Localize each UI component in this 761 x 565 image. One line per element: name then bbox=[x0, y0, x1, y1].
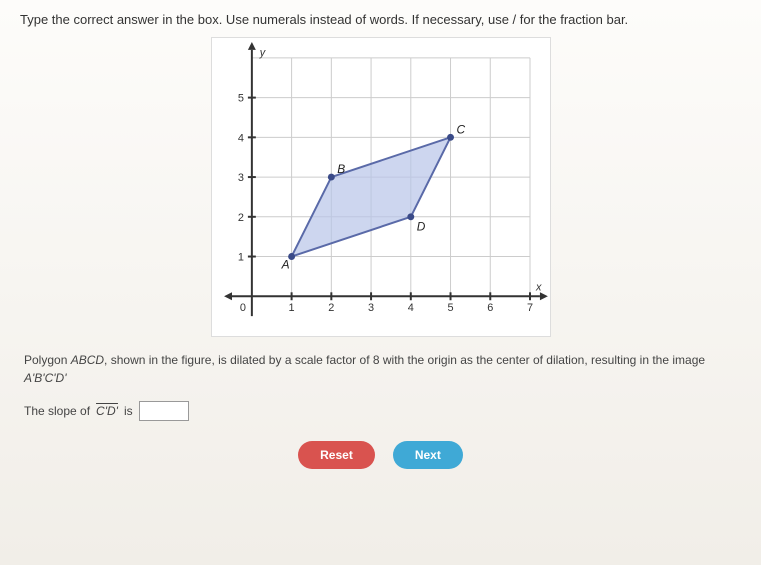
q-poly: ABCD bbox=[71, 353, 104, 367]
ytick-4: 4 bbox=[237, 132, 243, 144]
ytick-1: 1 bbox=[237, 252, 243, 264]
button-row: Reset Next bbox=[20, 441, 741, 469]
answer-input[interactable] bbox=[139, 401, 189, 421]
question-text: Polygon ABCD, shown in the figure, is di… bbox=[24, 351, 737, 387]
answer-line: The slope of C'D' is bbox=[24, 401, 737, 421]
page-container: Type the correct answer in the box. Use … bbox=[0, 0, 761, 565]
a-segment: C'D' bbox=[96, 404, 118, 418]
next-button[interactable]: Next bbox=[393, 441, 463, 469]
ytick-5: 5 bbox=[237, 93, 243, 105]
instruction-text: Type the correct answer in the box. Use … bbox=[20, 12, 741, 27]
label-a: A bbox=[280, 257, 289, 271]
q-mid: , shown in the figure, is dilated by a s… bbox=[104, 353, 705, 367]
a-prefix: The slope of bbox=[24, 404, 90, 418]
ytick-2: 2 bbox=[237, 212, 243, 224]
reset-button[interactable]: Reset bbox=[298, 441, 375, 469]
y-axis-label: y bbox=[258, 47, 265, 59]
xtick-7: 7 bbox=[526, 302, 532, 314]
xtick-2: 2 bbox=[328, 302, 334, 314]
coordinate-graph: 0 1 2 3 4 5 6 7 1 2 3 4 5 y x bbox=[211, 37, 551, 337]
q-prefix: Polygon bbox=[24, 353, 71, 367]
q-image: A'B'C'D' bbox=[24, 371, 67, 385]
xtick-3: 3 bbox=[368, 302, 374, 314]
origin-label: 0 bbox=[239, 302, 245, 314]
xtick-4: 4 bbox=[407, 302, 413, 314]
xtick-5: 5 bbox=[447, 302, 453, 314]
label-d: D bbox=[416, 220, 425, 234]
x-axis-label: x bbox=[534, 281, 541, 293]
ytick-3: 3 bbox=[237, 172, 243, 184]
graph-container: 0 1 2 3 4 5 6 7 1 2 3 4 5 y x bbox=[20, 37, 741, 337]
xtick-1: 1 bbox=[288, 302, 294, 314]
a-suffix: is bbox=[124, 404, 133, 418]
label-b: B bbox=[337, 162, 345, 176]
xtick-6: 6 bbox=[487, 302, 493, 314]
label-c: C bbox=[456, 122, 465, 136]
